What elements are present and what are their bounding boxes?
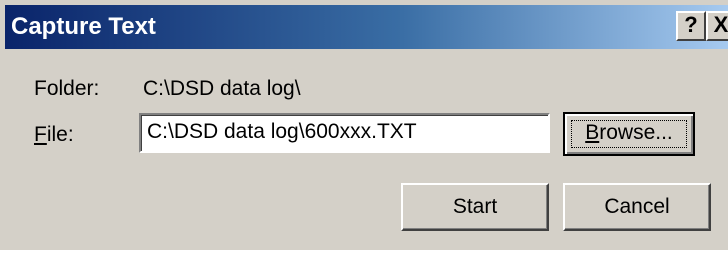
browse-label-rest: rowse... (599, 121, 673, 144)
title-bar[interactable]: Capture Text ? X (5, 5, 728, 49)
help-button[interactable]: ? (676, 11, 706, 41)
file-label-text: ile: (46, 123, 74, 146)
folder-value: C:\DSD data log\ (143, 77, 301, 100)
window-title: Capture Text (11, 13, 156, 40)
capture-text-dialog: Capture Text ? X Folder: C:\DSD data log… (0, 0, 728, 254)
folder-label: Folder: (34, 77, 100, 100)
file-path-input[interactable]: C:\DSD data log\600xxx.TXT (139, 113, 550, 153)
close-button[interactable]: X (706, 11, 728, 41)
browse-mnemonic: B (585, 121, 600, 144)
file-label: File: (34, 123, 74, 147)
cancel-button[interactable]: Cancel (563, 183, 711, 231)
start-button[interactable]: Start (401, 183, 549, 231)
file-label-mnemonic: F (34, 123, 47, 146)
browse-button[interactable]: Browse... (563, 112, 695, 156)
browse-button-label: Browse... (585, 121, 673, 144)
